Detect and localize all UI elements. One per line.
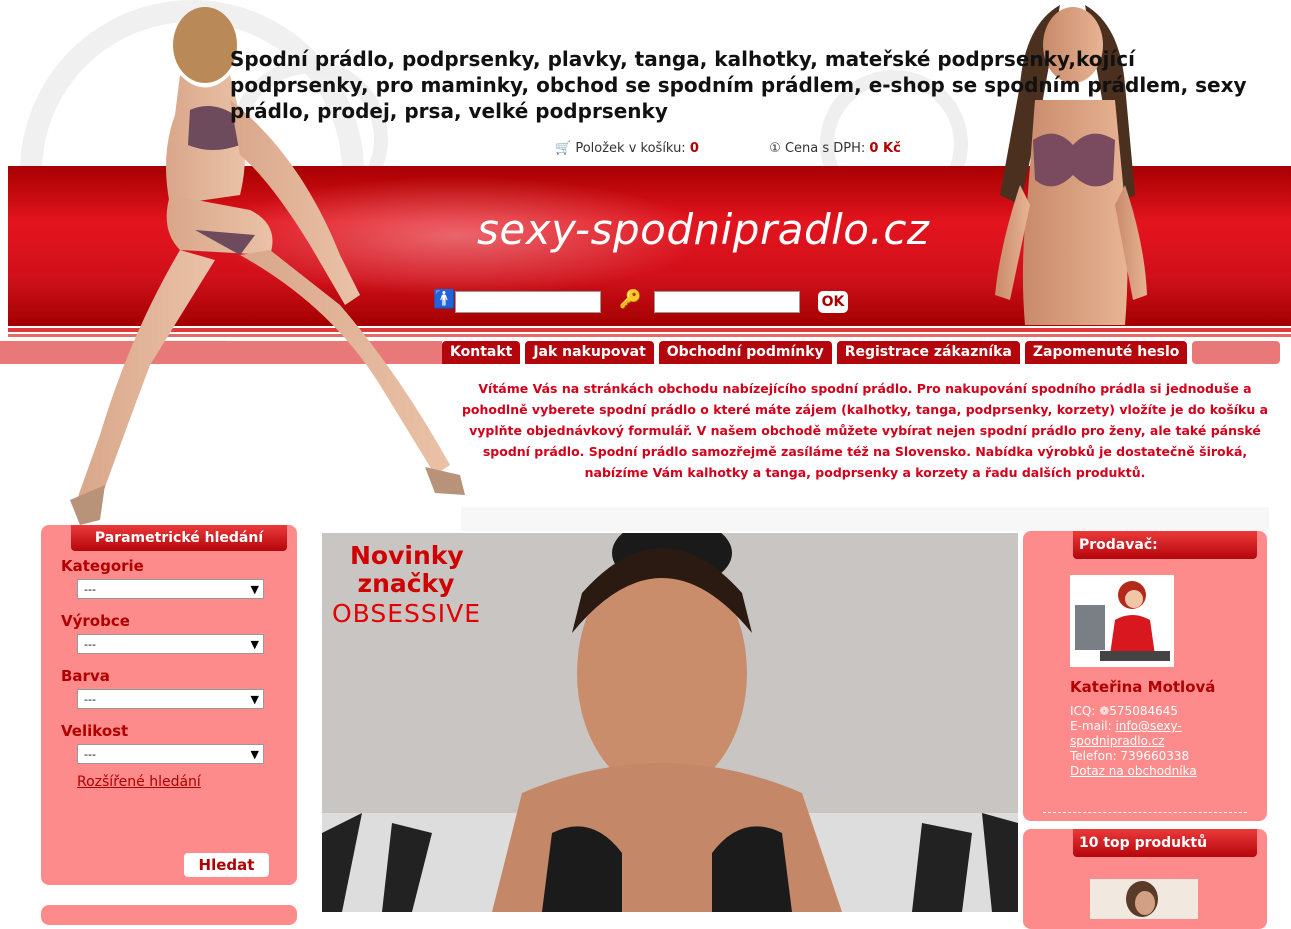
welcome-text: Vítáme Vás na stránkách obchodu nabízejí… [461, 381, 1269, 480]
banner-headline: Novinky značky [350, 541, 464, 598]
icq-label: ICQ: [1070, 704, 1096, 718]
login-password-input[interactable] [654, 291, 800, 313]
filter-label-kategorie: Kategorie [61, 557, 144, 575]
login-username-input[interactable] [455, 291, 601, 313]
site-logo[interactable]: sexy-spodnipradlo.cz [477, 205, 929, 254]
seller-name: Kateřina Motlová [1070, 678, 1216, 696]
user-icon: 🚹 [433, 289, 456, 310]
filter-label-barva: Barva [61, 667, 110, 685]
email-label: E-mail: [1070, 719, 1112, 733]
top-menu: Kontakt Jak nakupovat Obchodní podmínky … [442, 341, 1281, 364]
cart-count: 0 [689, 141, 699, 156]
chevron-down-icon: ▼ [250, 583, 259, 596]
seller-panel: Prodavač: Kateřina Motlová ICQ: ❁5750846… [1023, 531, 1267, 821]
top-products-panel: 10 top produktů [1023, 829, 1267, 929]
chevron-down-icon: ▼ [250, 748, 259, 761]
contact-seller-link[interactable]: Dotaz na obchodníka [1070, 764, 1197, 779]
cart-label: Položek v košíku: [575, 141, 686, 156]
cart-summary: 🛒 Položek v košíku: 0 ① Cena s DPH: 0 Kč [555, 141, 901, 156]
filter-select-kategorie[interactable]: --- ▼ [77, 579, 264, 599]
chevron-down-icon: ▼ [250, 638, 259, 651]
filter-label-velikost: Velikost [61, 722, 129, 740]
advanced-search-link[interactable]: Rozšířené hledání [77, 774, 297, 790]
cart-icon[interactable]: 🛒 [555, 141, 571, 156]
filter-select-vyrobce[interactable]: --- ▼ [77, 634, 264, 654]
price-value: 0 Kč [869, 141, 901, 156]
search-button[interactable]: Hledat [184, 853, 269, 877]
promo-banner[interactable]: Novinky značky OBSESSIVE [322, 533, 1018, 912]
seller-avatar [1070, 575, 1174, 667]
phone: Telefon: 739660338 [1070, 749, 1190, 763]
menu-item-jak-nakupovat[interactable]: Jak nakupovat [525, 341, 654, 364]
next-panel [41, 905, 297, 925]
seller-panel-title: Prodavač: [1073, 531, 1257, 559]
menu-item-obchodni-podminky[interactable]: Obchodní podmínky [658, 341, 832, 364]
menu-item-registrace[interactable]: Registrace zákazníka [836, 341, 1020, 364]
welcome-footer-bar [461, 507, 1269, 531]
seller-contact-info: ICQ: ❁575084645 E-mail: info@sexy- spodn… [1070, 704, 1197, 779]
top-products-title: 10 top produktů [1073, 829, 1257, 857]
email-link[interactable]: info@sexy- [1116, 719, 1182, 733]
icq-flower-icon: ❁ [1099, 704, 1110, 718]
email-link-continued[interactable]: spodnipradlo.cz [1070, 734, 1197, 749]
menu-tail [1192, 341, 1281, 364]
menu-item-zapomenute-heslo[interactable]: Zapomenuté heslo [1024, 341, 1188, 364]
divider [1043, 812, 1247, 813]
page-headline: Spodní prádlo, podprsenky, plavky, tanga… [230, 47, 1247, 123]
price-label: Cena s DPH: [784, 141, 866, 156]
filter-label-vyrobce: Výrobce [61, 612, 130, 630]
key-icon: 🔑 [619, 289, 642, 310]
icq-number: 575084645 [1109, 704, 1179, 718]
filter-select-barva[interactable]: --- ▼ [77, 689, 264, 709]
chevron-down-icon: ▼ [250, 693, 259, 706]
filter-select-velikost[interactable]: --- ▼ [77, 744, 264, 764]
panel-title: Parametrické hledání [71, 525, 287, 551]
top-product-thumbnail[interactable] [1090, 879, 1198, 919]
banner-brand: OBSESSIVE [332, 599, 482, 628]
login-ok-button[interactable]: OK [818, 291, 848, 313]
menu-item-kontakt[interactable]: Kontakt [442, 341, 521, 364]
price-icon: ① [769, 141, 781, 156]
parametric-search-panel: Parametrické hledání Kategorie --- ▼ Výro… [41, 525, 297, 885]
